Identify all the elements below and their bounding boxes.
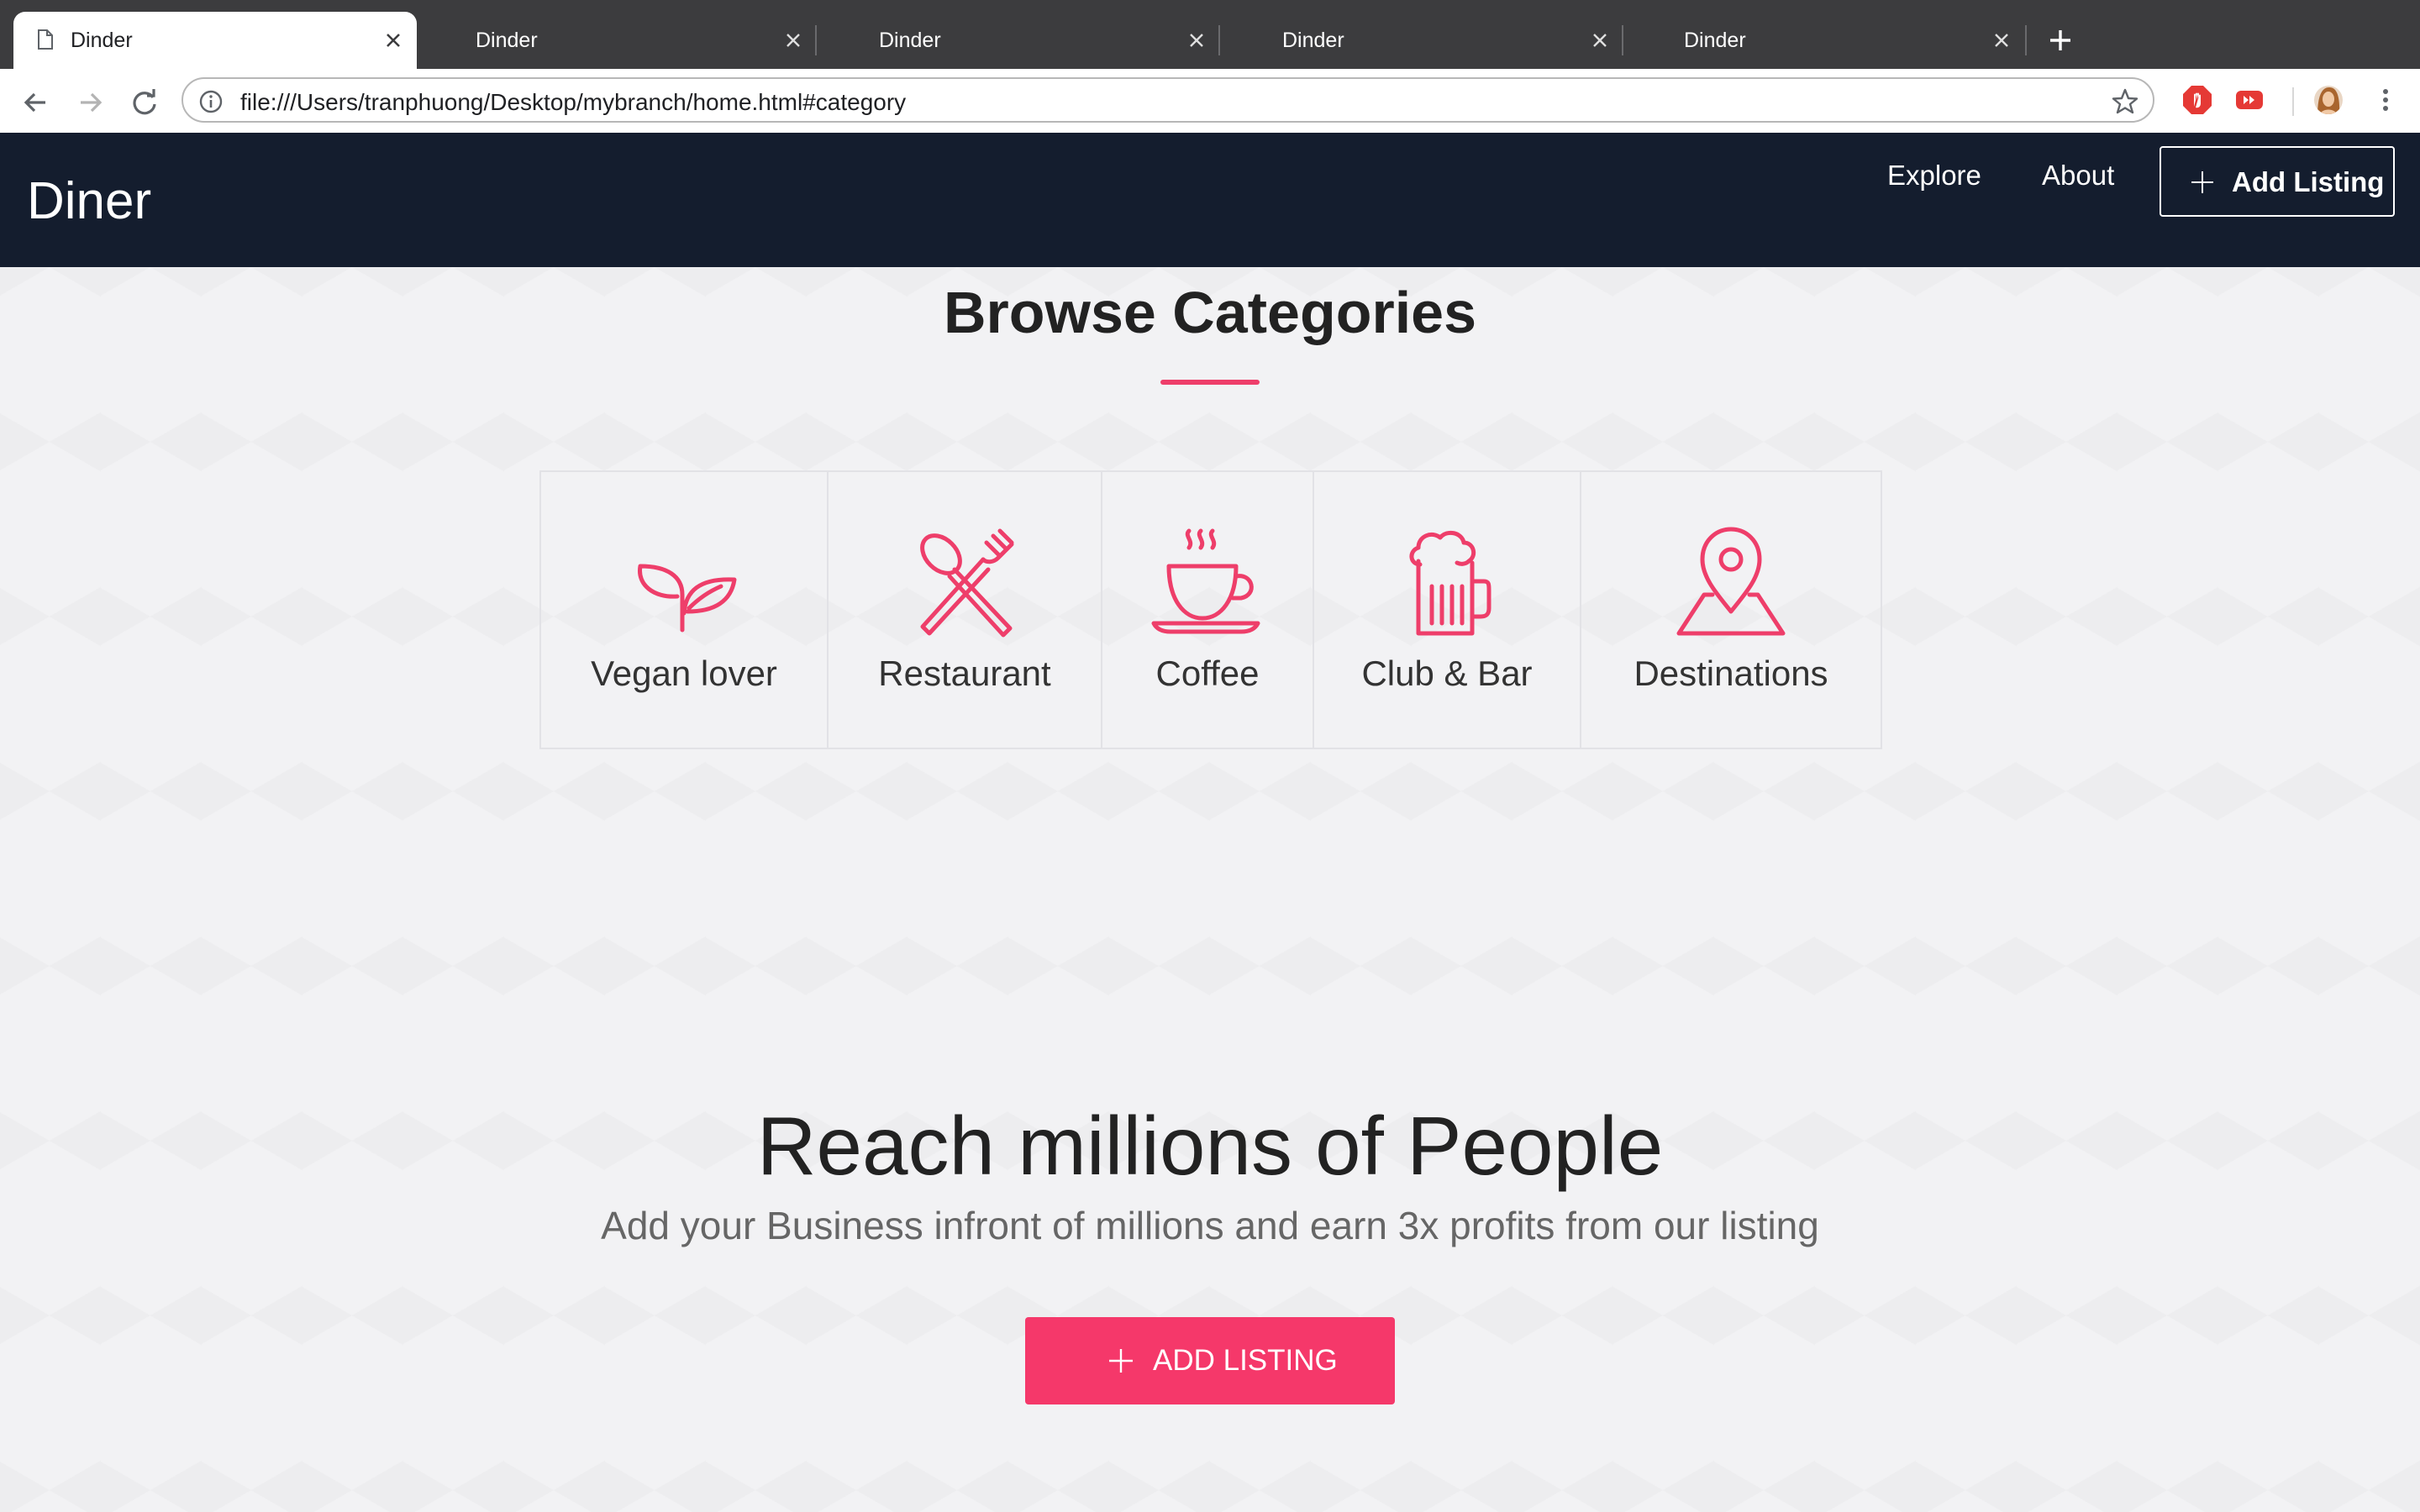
category-label: Club & Bar [1361,654,1533,693]
browser-tab-1[interactable]: Dinder [13,12,417,69]
category-card-coffee[interactable]: Coffee [1101,470,1314,749]
site-header: Diner Explore About Add Listing [0,133,2420,267]
tab-separator [1622,25,1623,55]
info-icon[interactable] [198,89,224,114]
close-tab-icon[interactable] [1990,29,2013,52]
address-bar[interactable]: file:///Users/tranphuong/Desktop/mybranc… [182,77,2154,123]
beer-mug-icon [1409,530,1491,636]
close-tab-icon[interactable] [1588,29,1612,52]
profile-avatar[interactable] [2312,84,2344,116]
forward-icon[interactable] [74,86,108,119]
browser-tab-2[interactable]: Dinder [417,12,817,69]
add-listing-button-label: ADD LISTING [1153,1344,1338,1377]
close-tab-icon[interactable] [781,29,805,52]
utensils-icon [920,528,1014,638]
tab-title: Dinder [1282,29,1344,52]
category-card-club-bar[interactable]: Club & Bar [1313,470,1581,749]
category-card-destinations[interactable]: Destinations [1580,470,1882,749]
header-add-listing-button[interactable]: Add Listing [2160,146,2395,217]
category-grid: Vegan lover Restaurant Coffee Club & Bar… [539,470,1882,749]
menu-icon[interactable] [2370,84,2402,116]
adblock-extension-icon[interactable] [2181,84,2213,116]
add-listing-label: Add Listing [2232,166,2385,197]
tab-title: Dinder [71,29,133,52]
back-icon[interactable] [18,86,52,119]
close-tab-icon[interactable] [381,29,405,52]
video-extension-icon[interactable] [2233,84,2265,116]
toolbar-divider [2292,87,2294,116]
url-text: file:///Users/tranphuong/Desktop/mybranc… [240,89,907,115]
coffee-cup-icon [1151,528,1260,634]
cta-title: Reach millions of People [756,1100,1664,1192]
sprout-icon [638,564,737,633]
title-underline [1160,380,1260,385]
close-tab-icon[interactable] [1185,29,1208,52]
tab-separator [1218,25,1220,55]
map-pin-icon [1676,527,1786,636]
browser-tab-strip: Dinder Dinder Dinder Dinder Dinder [0,0,2420,69]
nav-link-explore[interactable]: Explore [1887,160,1981,192]
category-label: Restaurant [878,654,1051,693]
browser-toolbar: file:///Users/tranphuong/Desktop/mybranc… [0,69,2420,134]
browser-tab-3[interactable]: Dinder [820,12,1220,69]
browser-tab-5[interactable]: Dinder [1625,12,2025,69]
page-icon [38,29,53,50]
main-content: Browse Categories Vegan lover Restaurant [0,267,2420,1512]
category-card-restaurant[interactable]: Restaurant [827,470,1102,749]
add-listing-button[interactable]: ADD LISTING [1025,1317,1395,1404]
category-label: Vegan lover [591,654,777,693]
plus-icon [2191,171,2213,193]
reload-icon[interactable] [128,86,161,119]
site-logo[interactable]: Diner [27,171,151,231]
section-title: Browse Categories [943,280,1477,345]
star-icon[interactable] [2111,87,2139,116]
plus-icon [1109,1349,1133,1373]
cta-subtitle: Add your Business infront of millions an… [601,1204,1819,1247]
category-card-vegan[interactable]: Vegan lover [539,470,829,749]
tab-title: Dinder [1684,29,1746,52]
tab-title: Dinder [879,29,941,52]
tab-separator [815,25,817,55]
nav-link-about[interactable]: About [2042,160,2114,192]
browser-tab-4[interactable]: Dinder [1223,12,1623,69]
new-tab-icon[interactable] [2044,24,2077,57]
category-label: Destinations [1634,654,1828,693]
category-label: Coffee [1155,654,1260,693]
tab-title: Dinder [476,29,538,52]
tab-separator [2025,25,2027,55]
